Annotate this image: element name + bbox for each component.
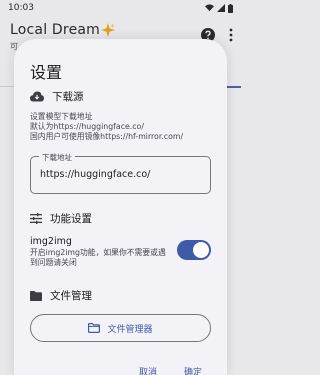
download-url-input[interactable] [40, 169, 200, 180]
settings-dialog: 设置 下载源 设置模型下载地址 默认为https://huggingface.c… [14, 39, 227, 375]
status-time: 10:03 [8, 3, 34, 13]
sparkle-logo-icon [101, 23, 115, 37]
signal-icon [217, 4, 225, 12]
img2img-description: 开启img2img功能，如果你不需要或遇到问题请关闭 [30, 248, 166, 267]
description-line: 国内用户可使用镜像https://hf-mirror.com/ [30, 132, 184, 141]
toggle-thumb [193, 242, 209, 258]
description-line: 默认为https://huggingface.co/ [30, 122, 144, 131]
img2img-label: img2img [30, 236, 72, 247]
cancel-button[interactable]: 取消 [139, 365, 157, 375]
img2img-toggle[interactable] [177, 240, 211, 260]
file-manager-button-label: 文件管理器 [107, 324, 153, 335]
download-source-description: 设置模型下载地址 默认为https://huggingface.co/ 国内用户… [30, 112, 220, 142]
features-heading: 功能设置 [30, 211, 92, 226]
description-line: 设置模型下载地址 [30, 112, 93, 121]
dialog-actions: 取消 确定 [14, 365, 227, 375]
folder-outline-icon [88, 323, 101, 333]
ok-button[interactable]: 确定 [184, 365, 202, 375]
folder-icon [30, 290, 42, 301]
features-heading-text: 功能设置 [50, 213, 92, 225]
cloud-download-icon [30, 91, 44, 102]
download-source-heading-text: 下载源 [52, 91, 84, 103]
app-title: Local Dream [10, 22, 115, 38]
status-icons [205, 3, 233, 13]
wifi-icon [205, 4, 214, 12]
status-bar: 10:03 [0, 0, 241, 16]
file-manager-button[interactable]: 文件管理器 [30, 314, 211, 342]
more-vert-icon[interactable] [229, 28, 233, 42]
app-title-text: Local Dream [10, 22, 100, 38]
files-heading: 文件管理 [30, 288, 92, 303]
battery-icon [228, 3, 233, 13]
dialog-title: 设置 [30, 63, 63, 82]
files-heading-text: 文件管理 [50, 290, 92, 302]
download-url-field[interactable]: 下载地址 [30, 152, 211, 194]
download-source-heading: 下载源 [30, 89, 84, 104]
tune-icon [30, 213, 42, 224]
download-url-label: 下载地址 [39, 152, 75, 163]
